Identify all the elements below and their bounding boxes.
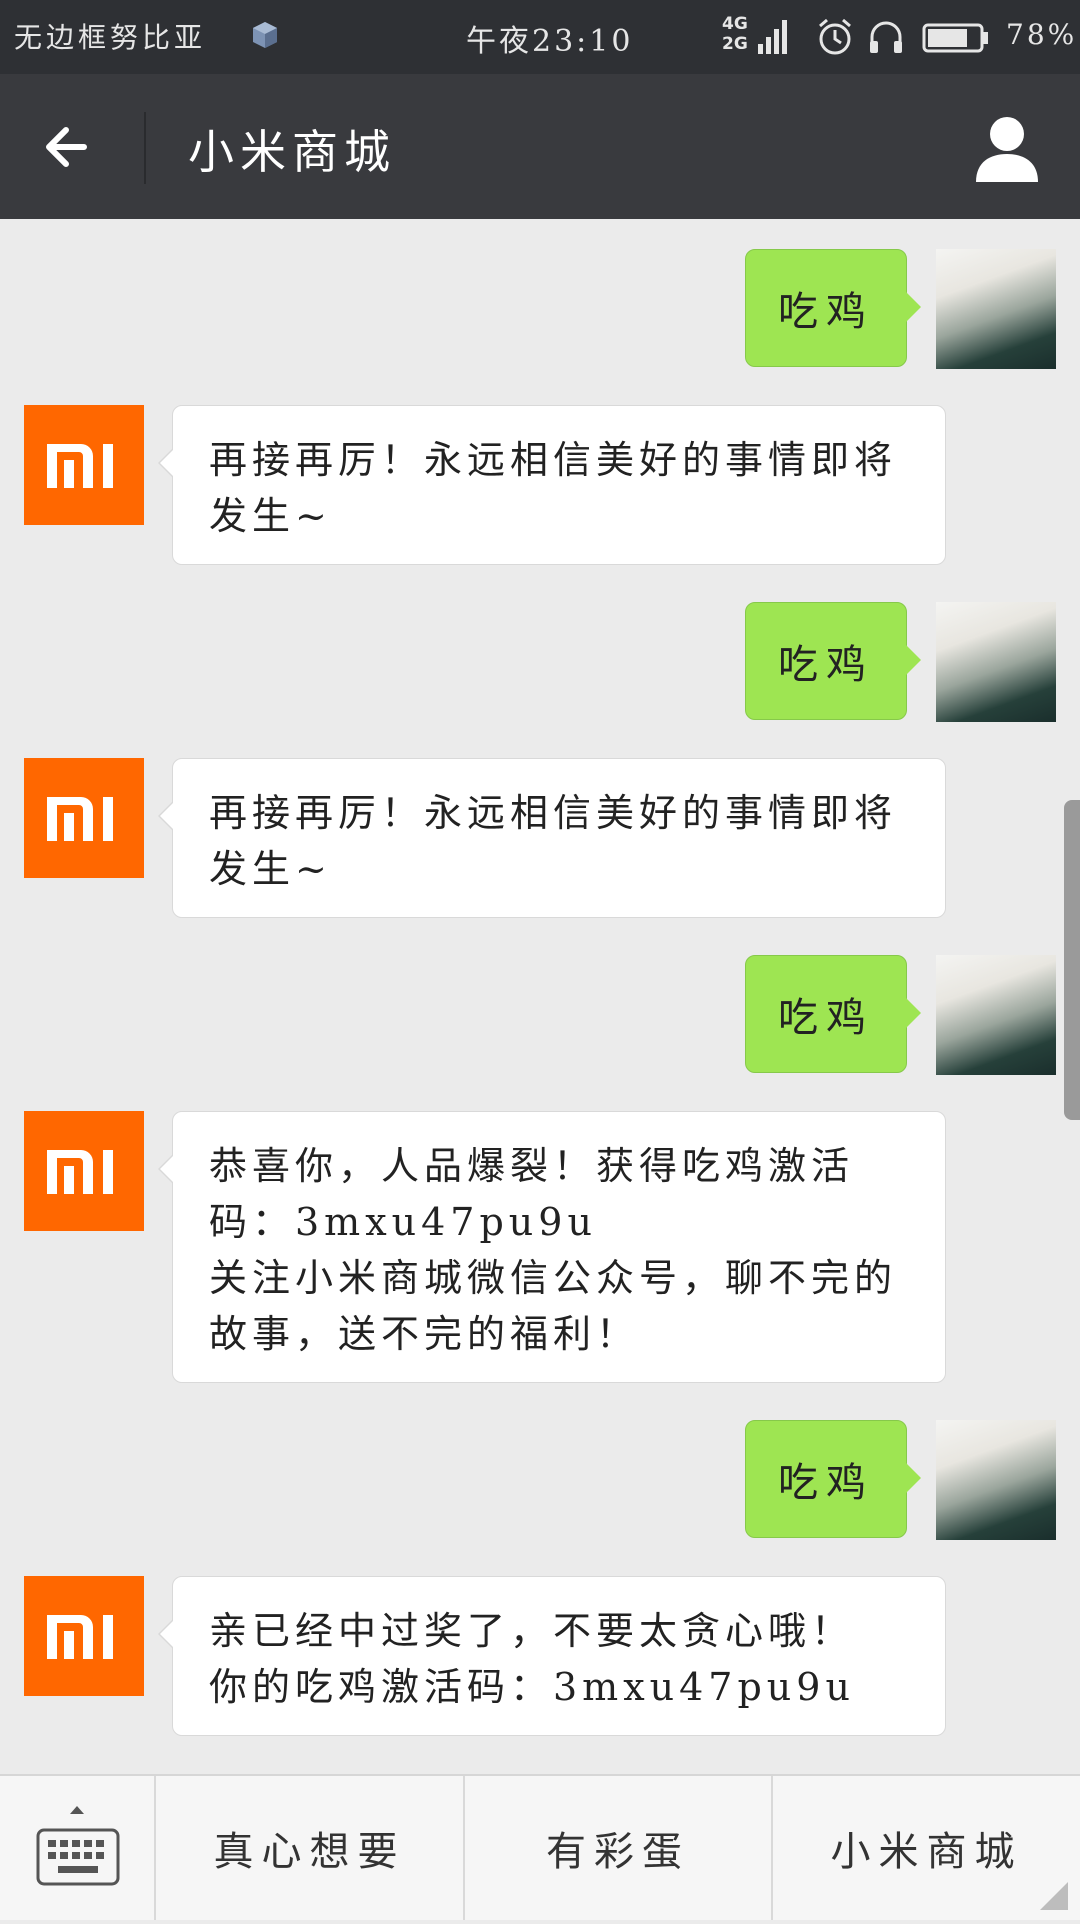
mi-logo-icon: [47, 797, 113, 841]
submenu-corner-icon: [1040, 1882, 1068, 1910]
incoming-bubble[interactable]: 再接再厉！永远相信美好的事情即将发生~: [158, 405, 946, 565]
mi-logo-icon: [47, 1150, 113, 1194]
header-divider: [144, 112, 146, 184]
headset-icon: [870, 21, 902, 53]
user-avatar[interactable]: [936, 249, 1056, 369]
outgoing-bubble[interactable]: 吃鸡: [745, 1420, 921, 1538]
mi-logo-avatar[interactable]: [24, 405, 144, 525]
carrier-name: 无边框努比亚: [14, 21, 207, 54]
network-2g-label: 2G: [722, 34, 748, 54]
scroll-indicator[interactable]: [1064, 800, 1080, 1120]
message-list[interactable]: 吃鸡 再接再厉！永远相信美好的事情即将发生~ 吃鸡 再接再厉！永远相信美好的事情…: [0, 219, 1080, 1774]
mi-logo-icon: [47, 1615, 113, 1659]
battery-fill: [928, 29, 967, 47]
mi-logo-icon: [47, 444, 113, 488]
incoming-bubble[interactable]: 亲已经中过奖了，不要太贪心哦！ 你的吃鸡激活码：3mxu47pu9u: [158, 1576, 946, 1736]
outgoing-bubble[interactable]: 吃鸡: [745, 249, 921, 367]
menu-item-mi-store[interactable]: 小米商城: [771, 1776, 1080, 1920]
mi-logo-avatar[interactable]: [24, 1111, 144, 1231]
user-avatar[interactable]: [936, 955, 1056, 1075]
chat-header: 小米商城: [0, 74, 1080, 219]
clock-time: 午夜23:10: [466, 24, 634, 59]
network-4g-label: 4G: [722, 14, 748, 34]
chat-title: 小米商城: [188, 125, 396, 179]
user-avatar[interactable]: [936, 602, 1056, 722]
keyboard-icon: [36, 1806, 120, 1886]
incoming-bubble[interactable]: 恭喜你，人品爆裂！获得吃鸡激活码：3mxu47pu9u 关注小米商城微信公众号，…: [158, 1111, 946, 1383]
status-bar: 无边框努比亚 午夜23:10 4G 2G 78%: [0, 0, 1080, 74]
person-icon[interactable]: [970, 112, 1044, 186]
menu-item-caidan[interactable]: 有彩蛋: [463, 1776, 771, 1920]
signal-icon: [758, 20, 787, 54]
battery-icon: [922, 23, 988, 53]
bottom-menu-bar: 真心想要 有彩蛋 小米商城: [0, 1774, 1080, 1920]
back-arrow-icon[interactable]: [36, 114, 102, 180]
keyboard-toggle-button[interactable]: [0, 1776, 154, 1920]
alarm-icon: [819, 18, 851, 55]
user-avatar[interactable]: [936, 1420, 1056, 1540]
menu-item-zhenxin[interactable]: 真心想要: [154, 1776, 463, 1920]
mi-logo-avatar[interactable]: [24, 758, 144, 878]
network-type: 4G 2G: [722, 14, 748, 54]
cube-icon: [253, 22, 277, 48]
incoming-bubble[interactable]: 再接再厉！永远相信美好的事情即将发生~: [158, 758, 946, 918]
outgoing-bubble[interactable]: 吃鸡: [745, 602, 921, 720]
battery-percent: 78%: [1006, 18, 1078, 51]
outgoing-bubble[interactable]: 吃鸡: [745, 955, 921, 1073]
mi-logo-avatar[interactable]: [24, 1576, 144, 1696]
